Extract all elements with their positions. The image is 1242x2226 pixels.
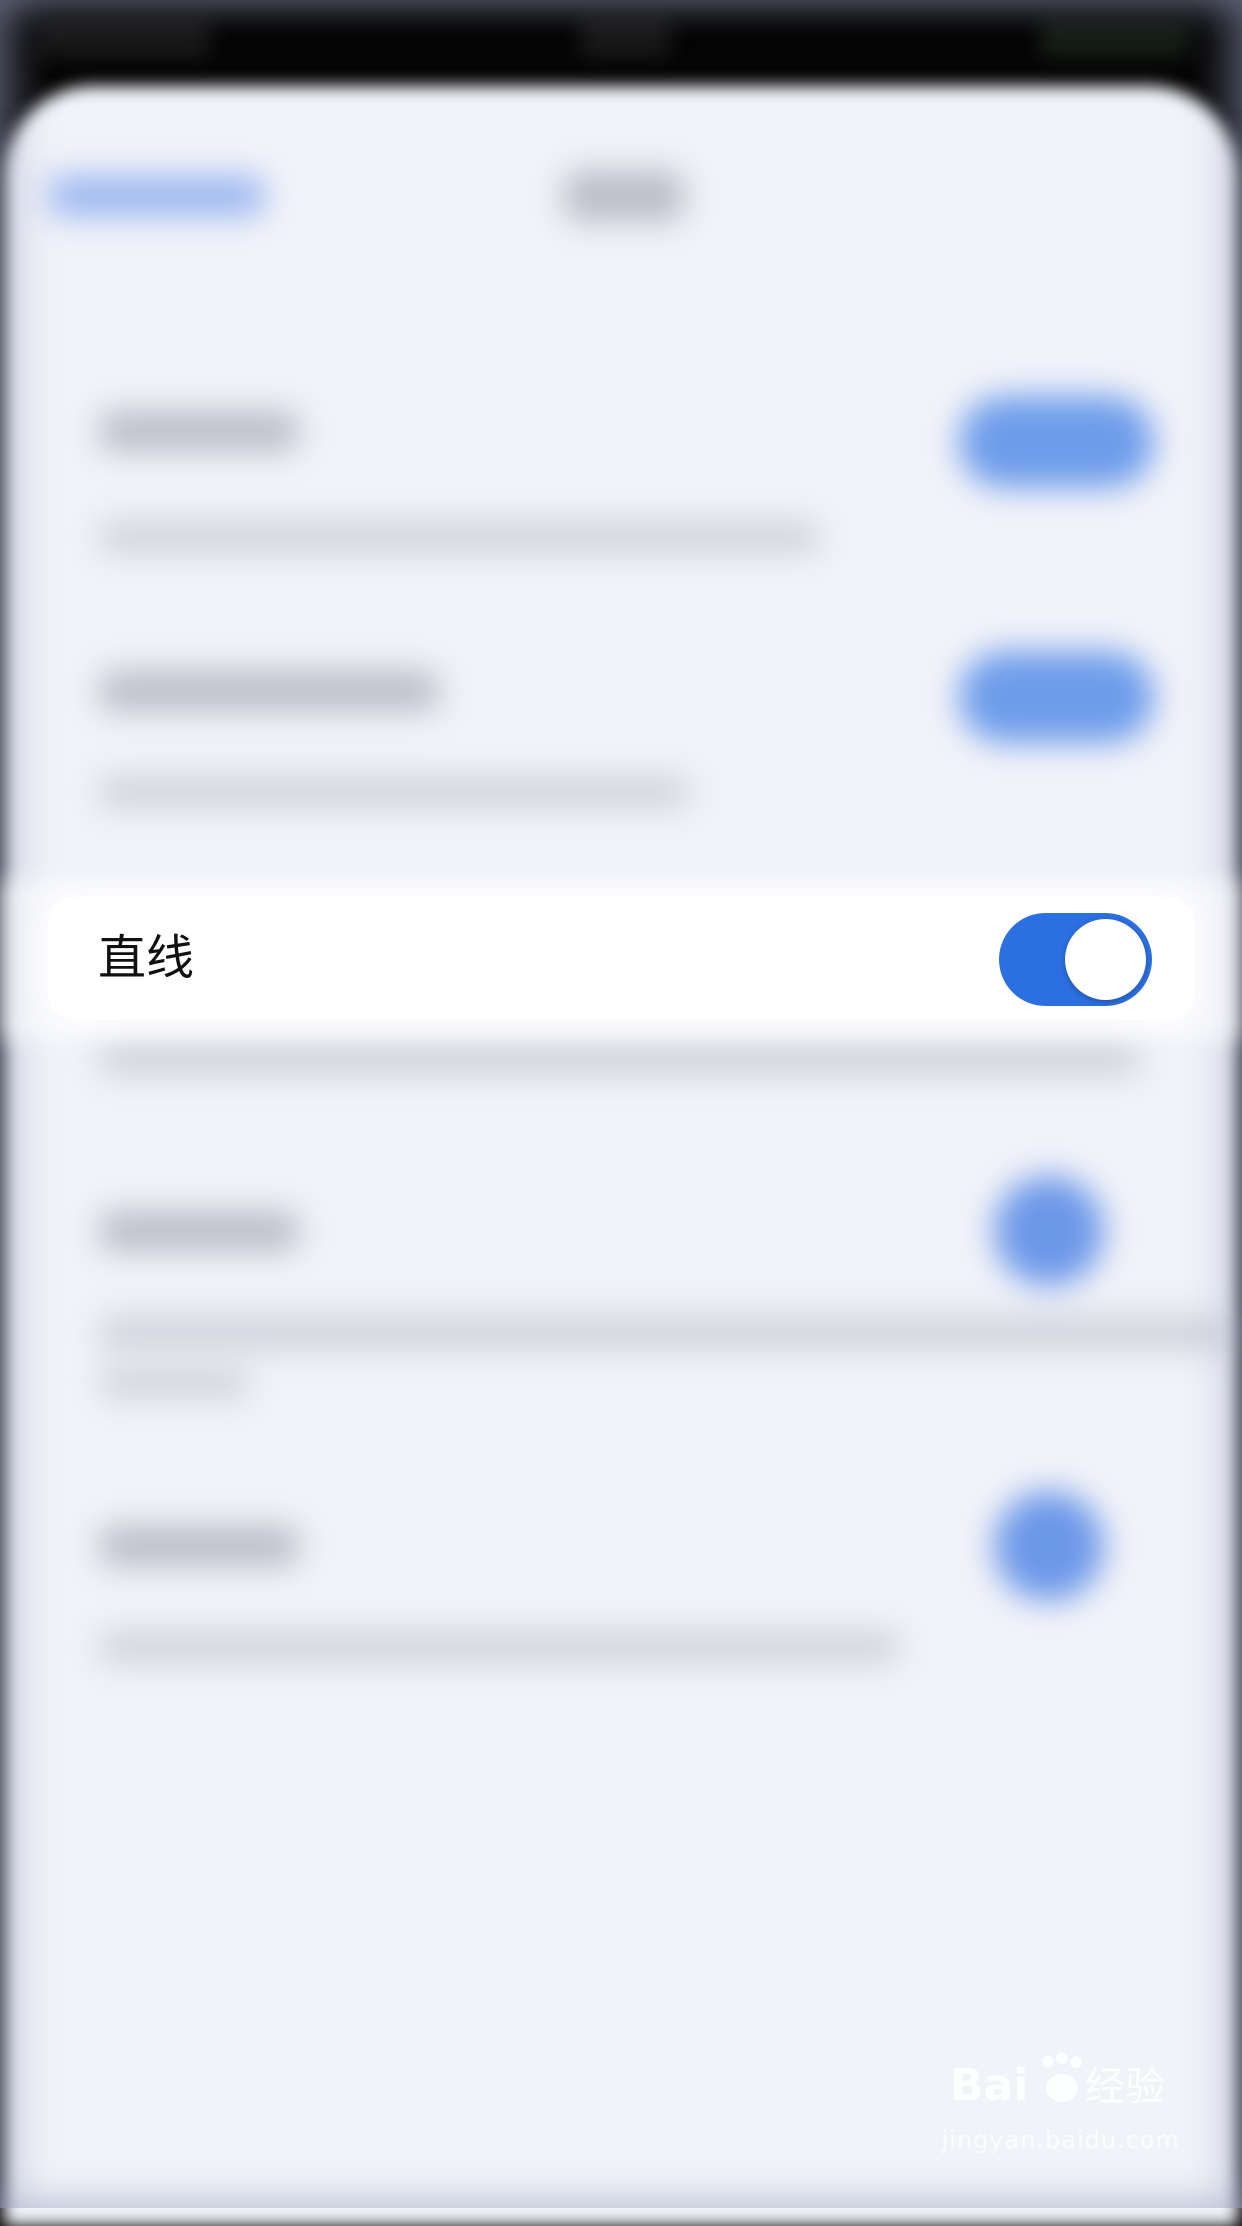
settings-sheet-blurred	[4, 86, 1238, 2226]
setting-label: 直线	[98, 930, 195, 986]
setting-2-toggle-blurred[interactable]	[959, 651, 1154, 743]
setting-row-straight-line: 直线	[48, 897, 1194, 1019]
straight-line-toggle[interactable]	[999, 913, 1152, 1006]
svg-text:Bai: Bai	[950, 2060, 1028, 2111]
setting-5-desc-blurred	[99, 1631, 899, 1663]
setting-1-desc-blurred	[99, 521, 819, 553]
setting-1-title-blurred	[99, 411, 299, 451]
setting-4-desc2-blurred	[99, 1368, 249, 1398]
setting-4-desc-blurred	[99, 1316, 1229, 1350]
setting-5-title-blurred	[99, 1526, 299, 1566]
baidu-paw-logo-icon: Bai 经验	[950, 2052, 1165, 2111]
svg-text:经验: 经验	[1085, 2064, 1165, 2110]
baidu-jingyan-watermark: Bai 经验 jingyan.baidu.com	[940, 2048, 1180, 2168]
setting-2-desc-blurred	[99, 776, 689, 808]
watermark-url: jingyan.baidu.com	[941, 2126, 1180, 2154]
setting-1-toggle-blurred[interactable]	[959, 396, 1154, 488]
setting-4-title-blurred	[99, 1211, 299, 1251]
nav-title-blurred	[564, 171, 684, 221]
setting-3-desc-blurred	[99, 1041, 1139, 1075]
back-button-blurred[interactable]	[49, 176, 264, 216]
setting-5-toggle-blurred[interactable]	[994, 1491, 1104, 1601]
toggle-knob	[1065, 919, 1146, 1000]
setting-4-toggle-blurred[interactable]	[994, 1176, 1104, 1286]
setting-2-title-blurred	[99, 671, 439, 711]
